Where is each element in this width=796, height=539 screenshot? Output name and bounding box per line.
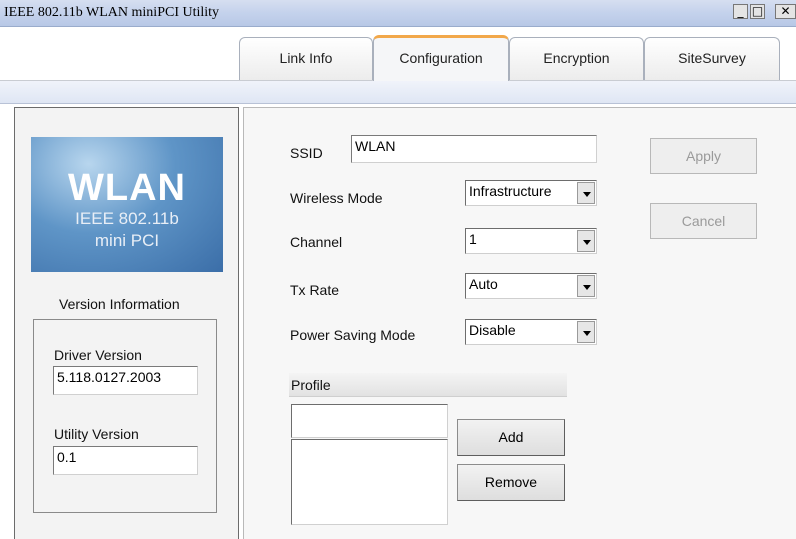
add-profile-button[interactable]: Add — [457, 419, 565, 456]
chevron-down-icon[interactable] — [577, 275, 595, 297]
tx-rate-label: Tx Rate — [290, 282, 340, 298]
tab-label: Link Info — [279, 50, 333, 66]
minimize-button[interactable]: _ — [733, 4, 748, 19]
tab-sitesurvey[interactable]: SiteSurvey — [644, 37, 780, 80]
maximize-button[interactable]: □ — [750, 4, 765, 19]
ssid-label: SSID — [290, 145, 323, 161]
channel-select[interactable]: 1 — [465, 228, 597, 254]
channel-value: 1 — [469, 231, 477, 247]
minimize-icon: _ — [737, 4, 744, 18]
logo-line1: IEEE 802.11b — [75, 209, 179, 228]
window-title: IEEE 802.11b WLAN miniPCI Utility — [4, 5, 220, 20]
tab-label: Configuration — [399, 50, 483, 66]
version-info-label: Version Information — [59, 296, 180, 312]
header-band — [0, 81, 796, 104]
close-icon: ✕ — [780, 4, 791, 18]
tab-strip: Link Info Configuration Encryption SiteS… — [0, 27, 796, 81]
remove-profile-button[interactable]: Remove — [457, 464, 565, 501]
close-button[interactable]: ✕ — [775, 4, 796, 19]
ssid-input[interactable]: WLAN — [351, 135, 597, 163]
chevron-down-icon[interactable] — [577, 230, 595, 252]
title-bar: IEEE 802.11b WLAN miniPCI Utility _ □ ✕ — [0, 0, 796, 27]
tx-rate-value: Auto — [469, 276, 498, 292]
utility-version-label: Utility Version — [54, 426, 139, 442]
maximize-icon: □ — [751, 4, 764, 18]
channel-label: Channel — [290, 234, 343, 250]
wireless-mode-label: Wireless Mode — [290, 190, 383, 206]
profile-name-input[interactable] — [291, 404, 448, 438]
power-saving-select[interactable]: Disable — [465, 319, 597, 345]
apply-button[interactable]: Apply — [650, 138, 757, 174]
logo-line2: mini PCI — [94, 231, 160, 250]
wireless-mode-select[interactable]: Infrastructure — [465, 180, 597, 206]
logo-title: WLAN — [68, 167, 186, 209]
tab-link-info[interactable]: Link Info — [239, 37, 373, 80]
profile-label: Profile — [291, 377, 331, 393]
power-saving-label: Power Saving Mode — [290, 327, 416, 343]
tab-label: SiteSurvey — [678, 50, 746, 66]
power-saving-value: Disable — [469, 322, 516, 338]
tx-rate-select[interactable]: Auto — [465, 273, 597, 299]
utility-version-field: 0.1 — [53, 446, 198, 475]
chevron-down-icon[interactable] — [577, 321, 595, 343]
wlan-logo: WLAN IEEE 802.11b mini PCI — [31, 137, 223, 272]
tab-encryption[interactable]: Encryption — [509, 37, 644, 80]
cancel-button[interactable]: Cancel — [650, 203, 757, 239]
tab-configuration[interactable]: Configuration — [373, 35, 509, 81]
wireless-mode-value: Infrastructure — [469, 183, 552, 199]
profile-list[interactable] — [291, 439, 448, 525]
driver-version-field: 5.118.0127.2003 — [53, 366, 198, 395]
chevron-down-icon[interactable] — [577, 182, 595, 204]
tab-label: Encryption — [543, 50, 610, 66]
profile-header: Profile — [289, 373, 567, 397]
driver-version-label: Driver Version — [54, 347, 142, 363]
